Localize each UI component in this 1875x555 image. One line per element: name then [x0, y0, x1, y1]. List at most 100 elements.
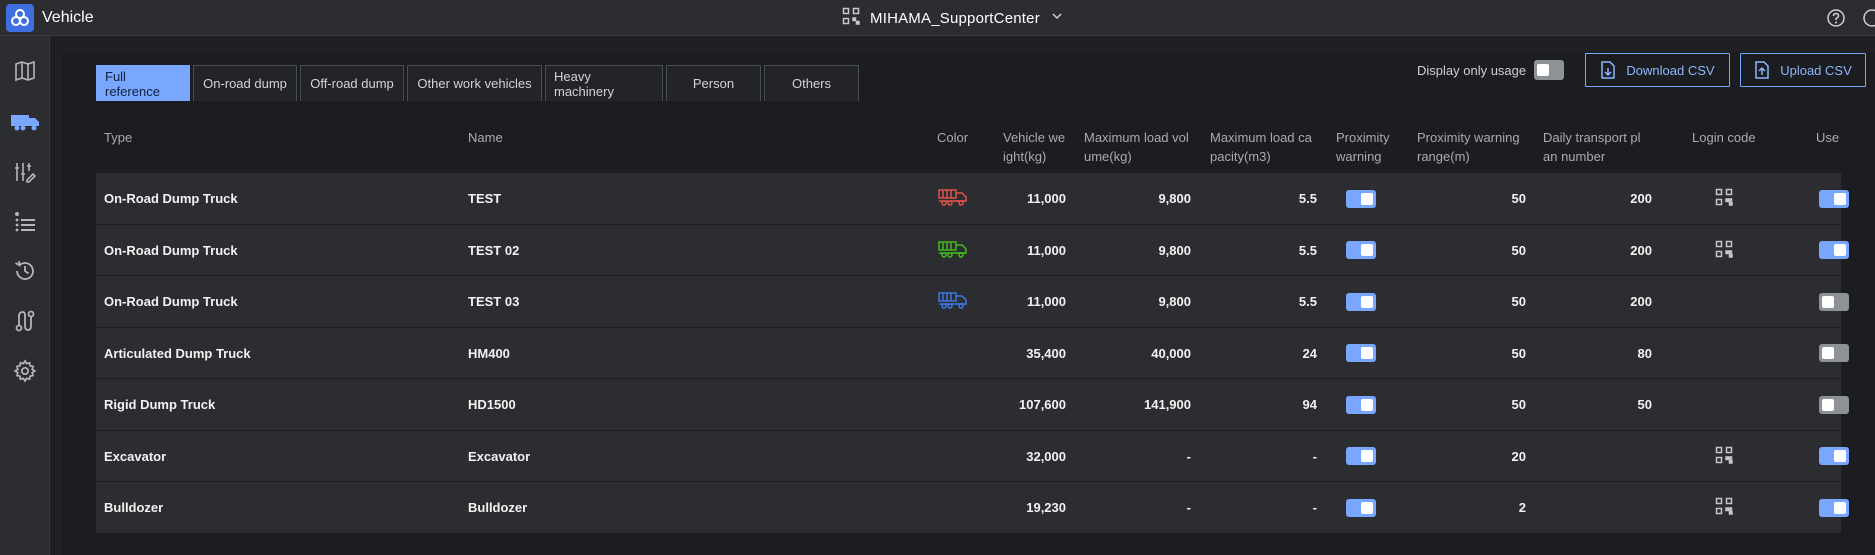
proximity-warning-toggle[interactable] — [1346, 395, 1376, 414]
cell-type: On-Road Dump Truck — [104, 191, 238, 206]
tab-heavy-machinery[interactable]: Heavy machinery — [545, 65, 663, 101]
cell-name: TEST 03 — [468, 294, 520, 309]
table-row[interactable]: On-Road Dump Truck TEST 11,000 9,800 5.5… — [96, 173, 1849, 225]
header-max-load-volume: Maximum load vol ume(kg) — [1084, 130, 1189, 164]
sidebar-item-map[interactable] — [0, 51, 50, 91]
tab-off-road-dump[interactable]: Off-road dump — [300, 65, 404, 101]
upload-csv-label: Upload CSV — [1780, 62, 1852, 78]
download-csv-button[interactable]: Download CSV — [1585, 53, 1730, 87]
use-toggle[interactable] — [1819, 241, 1849, 259]
header-max-load-capacity: Maximum load ca pacity(m3) — [1210, 130, 1312, 164]
cell-login-code — [1704, 276, 1744, 327]
cell-proximity-range: 2 — [1518, 500, 1526, 515]
table-row[interactable]: Articulated Dump Truck HM400 35,400 40,0… — [96, 327, 1849, 379]
upload-csv-button[interactable]: Upload CSV — [1740, 53, 1866, 87]
app-logo-icon[interactable] — [6, 4, 34, 32]
table-row[interactable]: On-Road Dump Truck TEST 03 11,000 9,800 … — [96, 276, 1849, 328]
qr-code-icon[interactable] — [1715, 240, 1733, 261]
cell-proximity-range: 50 — [1511, 242, 1526, 258]
cell-daily-transport-plan: 200 — [1630, 242, 1652, 258]
cell-max-load-volume: - — [1186, 500, 1191, 515]
proximity-warning-toggle[interactable] — [1346, 344, 1376, 362]
cell-max-load-capacity: - — [1312, 500, 1317, 515]
header-vehicle-weight: Vehicle we ight(kg) — [1003, 130, 1066, 164]
display-only-usage-toggle[interactable] — [1534, 60, 1565, 80]
cell-proximity-warning — [1336, 379, 1386, 430]
cell-login-code — [1704, 379, 1744, 430]
gear-icon — [13, 359, 37, 383]
display-only-usage: Display only usage — [1417, 58, 1565, 82]
cell-use — [1809, 173, 1859, 224]
table-row[interactable]: On-Road Dump Truck TEST 02 11,000 9,800 … — [96, 224, 1849, 276]
sidebar-item-vehicle[interactable] — [0, 101, 50, 141]
cell-use — [1809, 379, 1859, 430]
proximity-warning-toggle[interactable] — [1346, 498, 1376, 517]
sidebar-item-history[interactable] — [0, 251, 50, 291]
use-toggle[interactable] — [1819, 189, 1849, 208]
truck-icon — [11, 115, 39, 131]
cell-max-load-capacity: 94 — [1302, 397, 1317, 412]
cell-use — [1809, 225, 1859, 276]
tab-full-reference[interactable]: Full reference — [96, 65, 190, 101]
cell-proximity-warning — [1336, 482, 1386, 533]
header-proximity-range: Proximity warning range(m) — [1417, 130, 1520, 164]
sidebar-item-filter-edit[interactable] — [0, 152, 50, 192]
table-row[interactable]: Excavator Excavator 32,000 - - 20 — [96, 430, 1849, 482]
table-header: Type Name Color Vehicle we ight(kg) Maxim… — [96, 117, 1841, 173]
cell-max-load-volume: 9,800 — [1158, 294, 1191, 309]
cell-max-load-volume: 9,800 — [1158, 191, 1191, 206]
sidebar-item-settings[interactable] — [0, 351, 50, 391]
cell-proximity-warning — [1336, 225, 1386, 276]
cell-use — [1809, 482, 1859, 533]
cell-proximity-warning — [1336, 173, 1386, 224]
header-name: Name — [468, 130, 503, 145]
cell-name: HD1500 — [468, 397, 516, 412]
tab-on-road-dump[interactable]: On-road dump — [193, 65, 297, 101]
tab-other-work-vehicles[interactable]: Other work vehicles — [407, 65, 542, 101]
user-menu-icon[interactable] — [1862, 8, 1875, 28]
cell-proximity-range: 50 — [1511, 294, 1526, 309]
cell-max-load-capacity: 5.5 — [1298, 242, 1317, 258]
use-toggle[interactable] — [1819, 344, 1849, 362]
download-icon — [1601, 61, 1616, 79]
proximity-warning-toggle[interactable] — [1346, 241, 1376, 259]
table-row[interactable]: Bulldozer Bulldozer 19,230 - - 2 — [96, 482, 1849, 534]
table-row[interactable]: Rigid Dump Truck HD1500 107,600 141,900 … — [96, 379, 1849, 431]
qr-code-icon[interactable] — [1715, 497, 1733, 518]
site-name: MIHAMA_SupportCenter — [870, 9, 1040, 27]
proximity-warning-toggle[interactable] — [1346, 189, 1376, 208]
cell-name: TEST 02 — [468, 242, 520, 258]
help-icon[interactable] — [1826, 8, 1846, 28]
use-toggle[interactable] — [1819, 395, 1849, 414]
use-toggle[interactable] — [1819, 292, 1849, 311]
tab-others[interactable]: Others — [764, 65, 859, 101]
header-color: Color — [937, 130, 969, 145]
cell-max-load-capacity: - — [1312, 448, 1317, 464]
cell-type: On-Road Dump Truck — [104, 294, 238, 309]
sidebar-item-route[interactable] — [0, 301, 50, 341]
header-login-code: Login code — [1692, 130, 1756, 145]
use-toggle[interactable] — [1819, 447, 1849, 465]
header-type: Type — [104, 130, 133, 145]
cell-max-load-volume: 9,800 — [1158, 242, 1191, 258]
cell-color — [928, 225, 978, 276]
top-bar: Vehicle MIHAMA_SupportCenter — [0, 0, 1875, 36]
proximity-warning-toggle[interactable] — [1346, 447, 1376, 465]
site-selector[interactable]: MIHAMA_SupportCenter — [842, 7, 1064, 29]
use-toggle[interactable] — [1819, 498, 1849, 517]
table-body: On-Road Dump Truck TEST 11,000 9,800 5.5… — [96, 173, 1849, 534]
category-tabs: Full reference On-road dump Off-road dum… — [96, 65, 859, 101]
qr-code-icon[interactable] — [1715, 188, 1733, 209]
cell-max-load-capacity: 24 — [1302, 345, 1317, 361]
cell-color — [928, 328, 978, 379]
sidebar-item-list[interactable] — [0, 202, 50, 242]
cell-login-code — [1704, 173, 1744, 224]
qr-code-icon[interactable] — [1715, 446, 1733, 467]
tab-person[interactable]: Person — [666, 65, 761, 101]
map-icon — [15, 60, 35, 82]
cell-daily-transport-plan — [1543, 482, 1652, 533]
header-daily-transport-plan: Daily transport pl an number — [1543, 130, 1641, 164]
proximity-warning-toggle[interactable] — [1346, 292, 1376, 311]
cell-type: On-Road Dump Truck — [104, 242, 238, 258]
cell-vehicle-weight: 35,400 — [1026, 345, 1066, 361]
